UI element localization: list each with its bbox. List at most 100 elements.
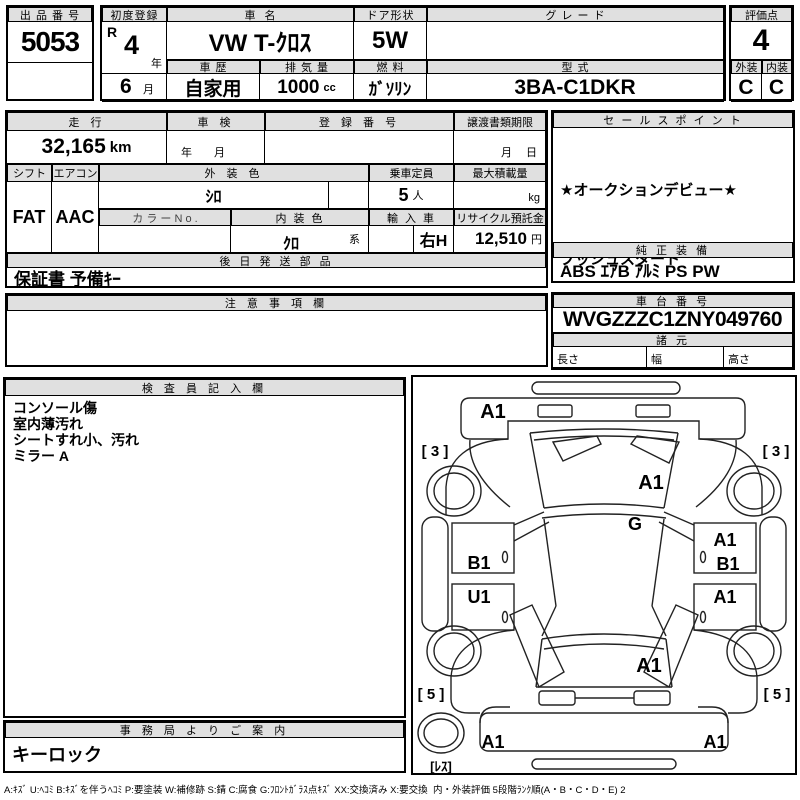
displacement-unit: cc bbox=[323, 81, 336, 94]
sales-points-lines: ★オークションデビュー★ プッシュスタート ディスプレイオーディオ bbox=[553, 128, 793, 337]
front-sensor-left bbox=[537, 404, 573, 418]
tire-depth-rear-left: [ 5 ] bbox=[418, 686, 445, 703]
car-top-view-diagram: A1 [ 3 ] [ 3 ] A1 G B1 A1 B1 U1 A1 A1 [ … bbox=[417, 381, 791, 773]
wiper-blade-left bbox=[551, 435, 602, 462]
damage-code-legend: A:ｷｽﾞ U:ﾍｺﾐ B:ｷｽﾞを伴うﾍｺﾐ P:要塗装 W:補修跡 S:錆 … bbox=[4, 785, 626, 796]
reg-no-header: 登 録 番 号 bbox=[265, 112, 454, 131]
interior-header: 内装 bbox=[762, 60, 792, 74]
grade-value bbox=[427, 22, 724, 60]
cowl-line bbox=[541, 513, 667, 519]
import-sub-cell bbox=[369, 226, 414, 253]
first-reg-header: 初度登録 bbox=[102, 7, 167, 22]
import-value: 右H bbox=[414, 226, 454, 253]
model-code-value: 3BA-C1DKR bbox=[427, 74, 724, 102]
door-shape-header: ドア形状 bbox=[354, 7, 427, 22]
color-no-header: カ ラ ー N o . bbox=[99, 209, 231, 226]
max-load-unit: kg bbox=[528, 192, 540, 204]
sales-points-header: セ ー ル ス ポ イ ン ト bbox=[553, 112, 793, 128]
wheel-rear-right bbox=[726, 625, 782, 677]
office-header: 事 務 局 よ り ご 案 内 bbox=[5, 722, 404, 738]
connector-front-left bbox=[513, 511, 550, 542]
a-pillar-left bbox=[529, 432, 545, 509]
a-pillar-right bbox=[663, 432, 679, 509]
first-reg-era: R bbox=[107, 24, 118, 40]
shaken-header: 車 検 bbox=[167, 112, 265, 131]
sales-points-box: セ ー ル ス ポ イ ン ト ★オークションデビュー★ プッシュスタート ディ… bbox=[551, 110, 795, 337]
wheel-front-left bbox=[426, 465, 482, 517]
ext-color-sub-cell bbox=[329, 182, 369, 209]
history-value: 自家用 bbox=[167, 74, 260, 102]
hatch-side-right bbox=[665, 638, 673, 688]
door-shape-value: 5W bbox=[354, 22, 427, 60]
rear-window-bottom bbox=[543, 643, 665, 650]
first-reg-month-cell: 6 月 bbox=[102, 74, 167, 102]
wheel-rear-left bbox=[426, 625, 482, 677]
roof-side-left bbox=[543, 518, 557, 607]
spec-height-label: 高さ bbox=[728, 354, 750, 366]
inspector-box: 検 査 員 記 入 欄 コンソール傷 室内薄汚れ シートすれ小、汚れ ミラー A bbox=[3, 377, 406, 718]
recycle-value: 12,510 円 bbox=[454, 226, 546, 253]
damage-label-rear-bumper-right: A1 bbox=[703, 732, 726, 752]
shift-value: FAT bbox=[7, 182, 52, 253]
inspector-note-line: 室内薄汚れ bbox=[13, 416, 83, 432]
int-color-header: 内 装 色 bbox=[231, 209, 369, 226]
spec-height-cell: 高さ bbox=[724, 347, 793, 368]
first-reg-month: 6 bbox=[120, 75, 132, 98]
main-table: 走 行 車 検 登 録 番 号 譲渡書類期限 32,165 km 年 月 月 日… bbox=[5, 110, 548, 289]
tire-depth-rear-right: [ 5 ] bbox=[764, 686, 791, 703]
rear-bumper-corner-right bbox=[698, 706, 729, 724]
spec-width-label: 幅 bbox=[651, 354, 662, 366]
rear-fender-left bbox=[450, 629, 515, 714]
damage-label-front-bumper: A1 bbox=[480, 401, 506, 423]
taillight-right bbox=[633, 690, 671, 706]
inspector-note-line: コンソール傷 bbox=[13, 400, 97, 416]
max-load-value: kg bbox=[454, 182, 546, 209]
door-handle-rear-left bbox=[501, 610, 509, 624]
exterior-header: 外装 bbox=[731, 60, 762, 74]
notes-content bbox=[7, 311, 546, 365]
mileage-unit: km bbox=[109, 138, 132, 156]
rocker-strip-left bbox=[421, 516, 449, 632]
damage-label-door-front-left: B1 bbox=[467, 553, 490, 573]
score-box: 評価点 4 外装 内装 C C bbox=[729, 5, 794, 102]
cowl-side-left bbox=[469, 439, 511, 508]
door-handle-front-right bbox=[699, 550, 707, 564]
tire-depth-front-right: [ 3 ] bbox=[763, 443, 790, 460]
aircon-value: AAC bbox=[52, 182, 99, 253]
sales-point-line: ★オークションデビュー★ bbox=[560, 182, 737, 199]
grade-header: グ レ ー ド bbox=[427, 7, 724, 22]
capacity-value: 5 人 bbox=[369, 182, 454, 209]
taillight-left bbox=[538, 690, 576, 706]
rear-bumper-outline bbox=[479, 712, 729, 752]
max-load-header: 最大積載量 bbox=[454, 164, 546, 182]
front-sensor-right bbox=[635, 404, 671, 418]
spec-length-label: 長さ bbox=[557, 354, 579, 366]
spare-tire-label: [ﾚｽ] bbox=[430, 759, 452, 773]
specs-header: 諸 元 bbox=[553, 333, 793, 347]
inspector-note-line: ミラー A bbox=[13, 448, 69, 464]
color-no-value bbox=[99, 226, 231, 253]
chassis-header: 車 台 番 号 bbox=[553, 294, 793, 308]
score-header: 評価点 bbox=[731, 7, 792, 22]
damage-diagram-box: A1 [ 3 ] [ 3 ] A1 G B1 A1 B1 U1 A1 A1 [ … bbox=[411, 375, 797, 775]
spare-tire bbox=[417, 712, 465, 754]
damage-label-glass: G bbox=[628, 514, 642, 534]
car-name-value: VW T-ｸﾛｽ bbox=[167, 22, 354, 60]
first-reg-year-unit: 年 bbox=[151, 58, 162, 70]
shaken-placeholder: 年 月 bbox=[181, 147, 225, 159]
tire-depth-front-left: [ 3 ] bbox=[422, 443, 449, 460]
lot-number-value: 5053 bbox=[20, 26, 80, 57]
inspector-notes: コンソール傷 室内薄汚れ シートすれ小、汚れ ミラー A bbox=[5, 396, 404, 716]
auction-sheet: 出 品 番 号 5053 初度登録 R 4 年 6 月 車 名 VW T-ｸﾛｽ… bbox=[0, 0, 800, 800]
model-code-header: 型 式 bbox=[427, 60, 724, 74]
capacity-header: 乗車定員 bbox=[369, 164, 454, 182]
damage-label-rear-gate: A1 bbox=[636, 655, 662, 677]
displacement-number: 1000 bbox=[277, 76, 320, 98]
recycle-header: リサイクル預託金 bbox=[454, 209, 546, 226]
notes-header: 注 意 事 項 欄 bbox=[7, 295, 546, 311]
chassis-value: WVGZZZC1ZNY049760 bbox=[553, 308, 793, 333]
lot-number-empty bbox=[8, 62, 92, 99]
cowl-side-right bbox=[695, 439, 737, 508]
chassis-box: 車 台 番 号 WVGZZZC1ZNY049760 諸 元 長さ 幅 高さ bbox=[551, 292, 795, 370]
recycle-number: 12,510 bbox=[475, 229, 527, 248]
